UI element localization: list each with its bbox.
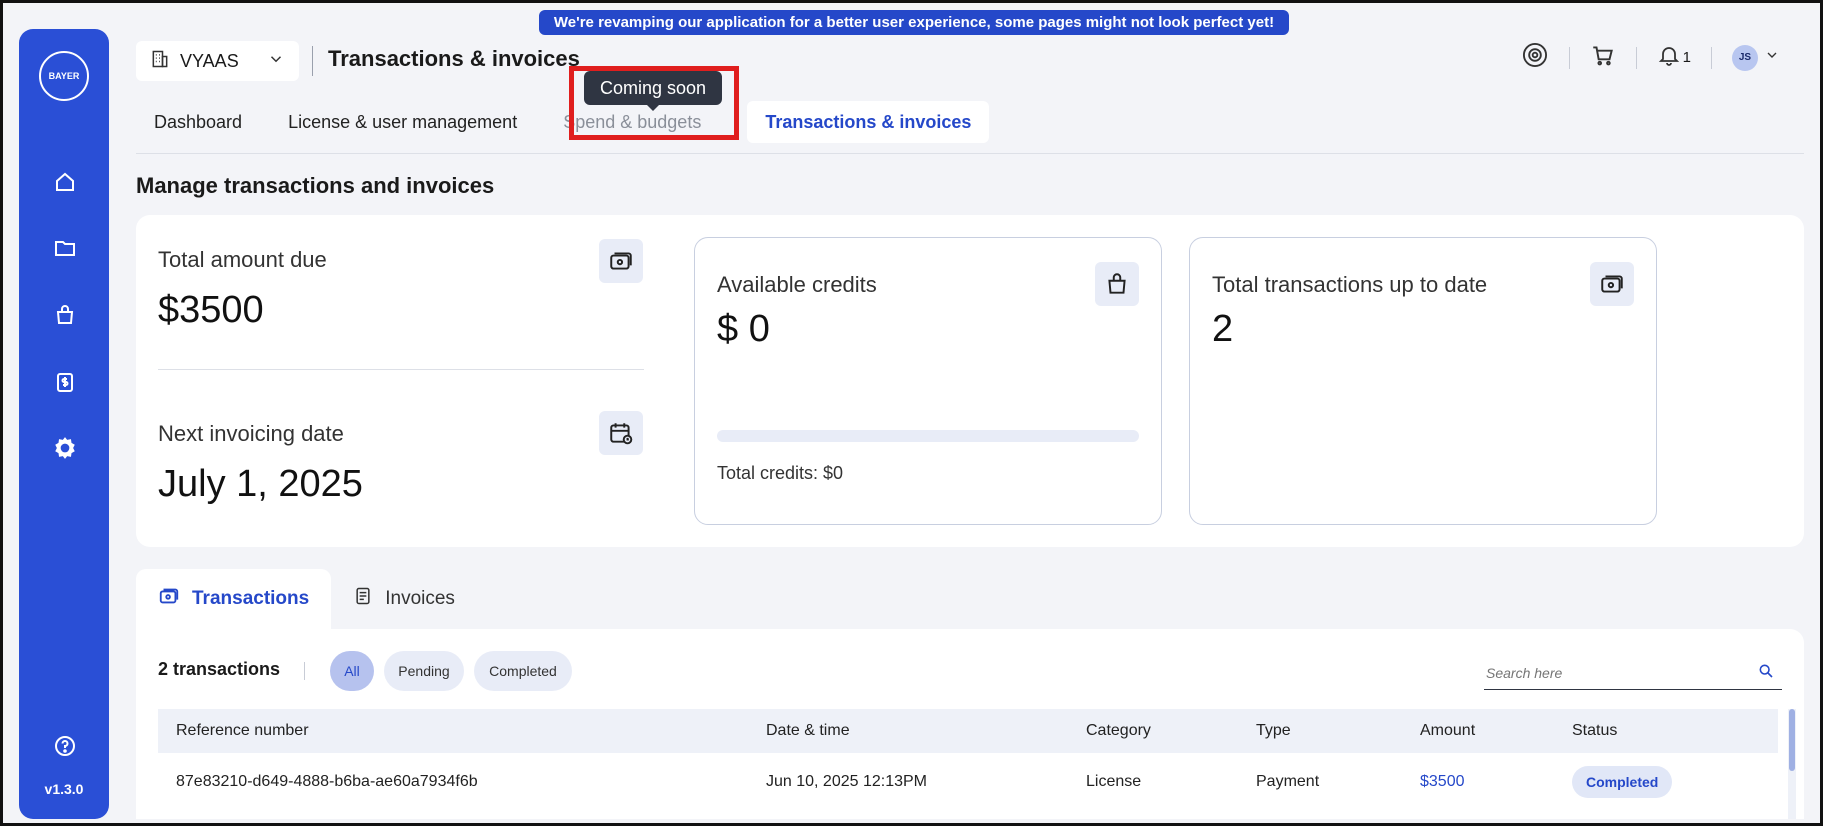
total-credits-text: Total credits: $0 (717, 463, 844, 483)
building-icon (150, 49, 170, 74)
next-invoicing-date-label: Next invoicing date (158, 421, 344, 446)
filter-completed[interactable]: Completed (474, 651, 572, 691)
column-reference-number: Reference number (176, 722, 309, 739)
total-transactions-label: Total transactions up to date (1212, 272, 1488, 297)
organization-name: VYAAS (180, 50, 239, 71)
column-status: Status (1572, 722, 1618, 739)
next-invoicing-date-value: July 1, 2025 (158, 463, 363, 505)
gear-icon[interactable] (52, 435, 78, 461)
header-divider-line (136, 153, 1804, 154)
tab-transactions-invoices[interactable]: Transactions & invoices (747, 101, 990, 143)
document-icon (353, 585, 373, 613)
header-separator (1711, 46, 1712, 69)
cell-datetime: Jun 10, 2025 12:13PM (766, 773, 928, 790)
cell-reference: 87e83210-d649-4888-b6ba-ae60a7934f6b (176, 773, 478, 790)
tab-dashboard[interactable]: Dashboard (136, 101, 260, 143)
settings-wheel-icon[interactable] (1521, 41, 1549, 74)
column-date-time: Date & time (766, 722, 850, 739)
total-transactions-value: 2 (1212, 308, 1234, 350)
scrollbar-thumb[interactable] (1789, 709, 1795, 771)
cart-icon[interactable] (1590, 42, 1616, 73)
filter-pending[interactable]: Pending (384, 651, 464, 691)
table-scrollbar[interactable] (1788, 709, 1796, 819)
app-version: v1.3.0 (44, 781, 84, 797)
credits-progress-bar (717, 430, 1139, 442)
organization-select[interactable]: VYAAS (136, 41, 299, 81)
chevron-down-icon (267, 50, 285, 73)
bell-icon (1657, 43, 1681, 72)
bayer-logo[interactable]: BAYER (39, 51, 89, 101)
column-amount: Amount (1420, 722, 1476, 739)
money-icon (158, 585, 180, 613)
help-icon[interactable] (52, 733, 78, 759)
cell-status: Completed (1554, 766, 1778, 798)
sub-tabs: Transactions Invoices (136, 569, 477, 629)
tab-license-user-management[interactable]: License & user management (270, 101, 535, 143)
revamp-banner: We're revamping our application for a be… (539, 10, 1289, 35)
calendar-icon (599, 411, 643, 455)
header-divider (312, 46, 313, 76)
main-tabs: Dashboard License & user management Spen… (136, 101, 990, 143)
cell-category: License (1086, 773, 1142, 790)
notifications-button[interactable]: 1 (1657, 43, 1691, 72)
page-title: Transactions & invoices (328, 46, 580, 71)
column-type: Type (1256, 722, 1291, 739)
header-separator (1635, 46, 1637, 69)
bag-icon (1095, 262, 1139, 306)
transactions-count: 2 transactions (158, 659, 281, 679)
transactions-table: Reference number Date & time Category Ty… (158, 709, 1778, 811)
sidebar: BAYER v1.3.0 (19, 29, 109, 819)
header-separator (1568, 46, 1570, 69)
user-menu[interactable]: JS (1732, 44, 1780, 71)
available-credits-value: $ 0 (717, 308, 770, 350)
status-badge: Completed (1572, 766, 1673, 798)
notification-count: 1 (1682, 49, 1691, 66)
avatar: JS (1732, 44, 1758, 71)
count-separator (304, 662, 305, 680)
search-icon[interactable] (1758, 663, 1774, 684)
column-category: Category (1086, 722, 1151, 739)
transactions-panel: 2 transactions All Pending Completed Ref… (136, 629, 1804, 819)
search-input[interactable] (1484, 665, 1734, 681)
cell-amount-link[interactable]: $3500 (1402, 773, 1554, 791)
clipboard-dollar-icon[interactable] (52, 369, 78, 395)
tab-invoices-label: Invoices (385, 588, 455, 609)
total-amount-due-label: Total amount due (158, 247, 327, 272)
tab-invoices[interactable]: Invoices (331, 569, 477, 629)
chevron-down-icon (1764, 47, 1780, 68)
available-credits-card: Available credits $ 0 Total credits: $0 (694, 237, 1162, 525)
total-transactions-card: Total transactions up to date 2 (1189, 237, 1657, 525)
bag-icon[interactable] (52, 302, 78, 328)
table-header: Reference number Date & time Category Ty… (158, 709, 1778, 753)
coming-soon-tooltip: Coming soon (584, 71, 722, 111)
filter-all[interactable]: All (330, 651, 374, 691)
tab-transactions[interactable]: Transactions (136, 569, 332, 629)
search-field (1484, 657, 1782, 690)
money-icon (1590, 262, 1634, 306)
table-row[interactable]: 87e83210-d649-4888-b6ba-ae60a7934f6b Jun… (158, 753, 1778, 811)
card-divider (158, 369, 644, 370)
money-icon (599, 239, 643, 283)
section-title: Manage transactions and invoices (136, 173, 495, 198)
home-icon[interactable] (52, 169, 78, 195)
available-credits-label: Available credits (717, 272, 877, 297)
tab-transactions-label: Transactions (192, 588, 310, 609)
total-amount-due-value: $3500 (158, 289, 264, 331)
cell-type: Payment (1256, 773, 1320, 790)
folder-icon[interactable] (52, 235, 78, 261)
summary-panel: Total amount due $3500 Next invoicing da… (136, 215, 1804, 547)
header-actions: 1 JS (1521, 41, 1780, 74)
